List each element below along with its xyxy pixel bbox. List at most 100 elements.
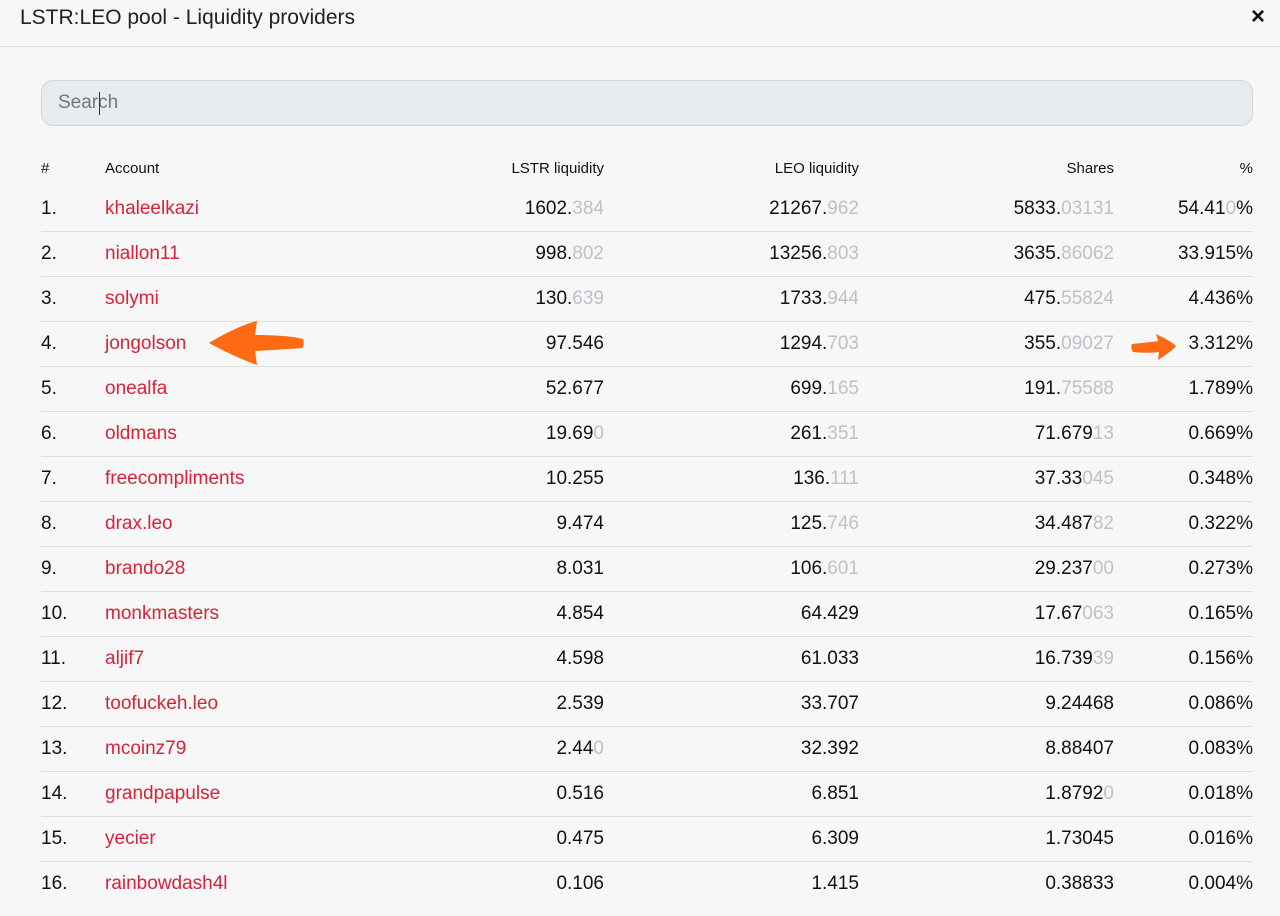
percent-cell-suffix: % [1236,693,1253,714]
percent-cell-suffix: % [1236,423,1253,444]
account-cell: khaleelkazi [105,187,355,232]
col-header-rank[interactable]: # [41,150,105,187]
account-cell: monkmasters [105,591,355,637]
rank-cell: 11. [41,636,105,682]
col-header-lstr-liquidity[interactable]: LSTR liquidity [355,150,604,187]
account-link[interactable]: grandpapulse [105,783,220,804]
percent-cell-value: 0.669 [1188,423,1237,444]
arrow-left-icon [209,321,304,365]
shares-cell-trailing-digits: 75588 [1061,378,1114,399]
table-row: 6. oldmans 19.690 261.351 71.67913 0.669% [41,411,1253,457]
percent-cell-value: 33.915 [1177,243,1237,264]
percent-cell-value: 0.086 [1188,693,1237,714]
lstr-liquidity-cell: 8.031 [355,546,604,592]
rank-cell: 3. [41,276,105,322]
leo-liquidity-cell-trailing-digits: 944 [827,288,859,309]
shares-cell-value: 1.73045 [1045,828,1114,849]
leo-liquidity-cell-value: 106. [790,558,828,579]
account-link[interactable]: monkmasters [105,603,219,624]
lstr-liquidity-cell: 10.255 [355,456,604,502]
account-link[interactable]: toofuckeh.leo [105,693,218,714]
leo-liquidity-cell: 1.415 [604,862,859,907]
account-link[interactable]: khaleelkazi [105,198,199,219]
percent-cell-value: 0.083 [1188,738,1237,759]
col-header-shares[interactable]: Shares [859,150,1114,187]
providers-table: # Account LSTR liquidity LEO liquidity S… [41,150,1253,906]
table-row: 12. toofuckeh.leo 2.539 33.707 9.24468 0.086% [41,681,1253,727]
table-row: 14. grandpapulse 0.516 6.851 1.87920 0.018% [41,771,1253,817]
shares-cell-value: 17.67 [1034,603,1083,624]
search-input[interactable] [42,81,1252,125]
percent-cell: 0.018% [1114,771,1253,817]
account-link[interactable]: freecompliments [105,468,244,489]
shares-cell: 9.24468 [859,681,1114,727]
lstr-liquidity-cell-trailing-digits: 0 [593,423,604,444]
account-cell: mcoinz79 [105,726,355,772]
leo-liquidity-cell-trailing-digits: 703 [827,333,859,354]
percent-cell-value: 1.789 [1188,378,1237,399]
rank-cell: 8. [41,501,105,547]
shares-cell-value: 355. [1024,333,1062,354]
lstr-liquidity-cell-value: 4.598 [556,648,604,669]
leo-liquidity-cell: 1294.703 [604,321,859,367]
lstr-liquidity-cell: 4.854 [355,591,604,637]
account-cell: drax.leo [105,501,355,547]
account-link[interactable]: onealfa [105,378,167,399]
rank-cell: 16. [41,873,68,894]
account-link[interactable]: aljif7 [105,648,144,669]
rank-cell: 2. [41,231,105,277]
search-box [41,80,1253,126]
percent-cell-suffix: % [1236,333,1253,354]
account-link[interactable]: yecier [105,828,156,849]
shares-cell: 29.23700 [859,546,1114,592]
leo-liquidity-cell-value: 1733. [779,288,828,309]
percent-cell: 0.004% [1114,862,1253,907]
leo-liquidity-cell-trailing-digits: 111 [830,468,859,489]
leo-liquidity-cell: 125.746 [604,501,859,547]
table-row: 1. khaleelkazi 1602.384 21267.962 5833.03131… [41,187,1253,232]
close-icon[interactable]: × [1246,3,1270,31]
lstr-liquidity-cell: 52.677 [355,366,604,412]
leo-liquidity-cell-value: 64.429 [800,603,859,624]
lstr-liquidity-cell-value: 8.031 [556,558,604,579]
shares-cell: 0.38833 [859,862,1114,907]
col-header-leo-liquidity[interactable]: LEO liquidity [604,150,859,187]
percent-cell-suffix: % [1236,828,1253,849]
shares-cell-value: 34.487 [1034,513,1093,534]
percent-cell-value: 0.018 [1188,783,1237,804]
lstr-liquidity-cell: 0.516 [355,771,604,817]
percent-cell-suffix: % [1236,558,1253,579]
leo-liquidity-cell-value: 699. [790,378,828,399]
percent-cell-value: 0.165 [1188,603,1237,624]
account-link[interactable]: oldmans [105,423,177,444]
account-link[interactable]: brando28 [105,558,185,579]
table-row: 15. yecier 0.475 6.309 1.73045 0.016% [41,816,1253,862]
shares-cell: 71.67913 [859,411,1114,457]
account-link[interactable]: mcoinz79 [105,738,186,759]
account-link[interactable]: niallon11 [105,243,180,264]
account-link[interactable]: rainbowdash4l [105,873,228,894]
account-cell: niallon11 [105,231,355,277]
col-header-account[interactable]: Account [105,150,355,187]
percent-cell-suffix: % [1236,738,1253,759]
percent-cell-value: 3.312 [1188,333,1237,354]
percent-cell-suffix: % [1236,783,1253,804]
leo-liquidity-cell-value: 13256. [769,243,828,264]
account-link[interactable]: jongolson [105,333,186,354]
account-cell: onealfa [105,366,355,412]
account-link[interactable]: drax.leo [105,513,173,534]
account-cell: oldmans [105,411,355,457]
table-row: 5. onealfa 52.677 699.165 191.75588 1.789% [41,366,1253,412]
account-link[interactable]: solymi [105,288,159,309]
modal-header: LSTR:LEO pool - Liquidity providers × [0,0,1280,47]
shares-cell-trailing-digits: 0 [1103,783,1114,804]
leo-liquidity-cell: 6.309 [604,816,859,862]
lstr-liquidity-cell-value: 4.854 [556,603,604,624]
lstr-liquidity-cell-trailing-digits: 802 [572,243,604,264]
lstr-liquidity-cell: 0.475 [355,816,604,862]
lstr-liquidity-cell: 2.539 [355,681,604,727]
col-header-percent[interactable]: % [1114,150,1253,187]
leo-liquidity-cell-trailing-digits: 351 [827,423,859,444]
arrow-right-icon [1131,334,1176,360]
leo-liquidity-cell-value: 61.033 [800,648,859,669]
